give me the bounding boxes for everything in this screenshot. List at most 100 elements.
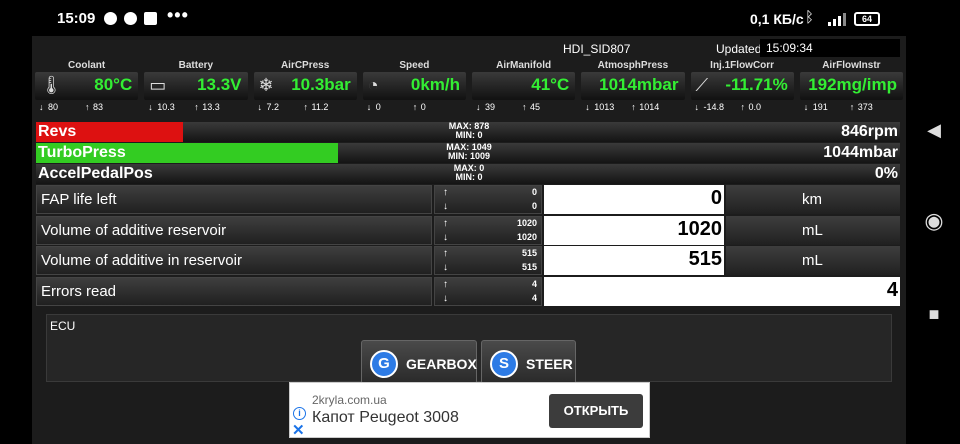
bluetooth-icon: ᛒ <box>805 9 815 26</box>
gauge-minmax: ↓ -14.8 ↑ 0.0 <box>691 102 794 114</box>
param-min: 1020 <box>516 232 537 242</box>
param-value: 1020 <box>544 216 724 245</box>
gauge-max: 1014 <box>639 102 660 112</box>
bar-accelpedalpos[interactable]: AccelPedalPos MAX: 0 MIN: 0 0% <box>36 164 900 184</box>
more-dots-icon: ••• <box>167 5 189 25</box>
gauge-min-arrow: ↓ <box>803 102 809 112</box>
param-max: 515 <box>521 248 537 258</box>
bar-minmax: MAX: 0 MIN: 0 <box>444 164 494 182</box>
updated-time: 15:09:34 <box>760 39 900 57</box>
param-minmax: ↑ ↓ 4 4 <box>434 277 542 306</box>
navigation-bar: ◀ ◉ ■ <box>906 0 960 444</box>
param-unit: km <box>726 185 900 214</box>
bar-min: MIN: 1009 <box>447 151 491 161</box>
gauge-minmax: ↓ 191 ↑ 373 <box>800 102 903 114</box>
battery-car-icon: ▭ <box>149 75 167 95</box>
gauge-max-arrow: ↑ <box>740 102 746 112</box>
status-bar: 15:09 ••• 0,1 КБ/с ᛒ 64 <box>0 0 906 36</box>
arrow-up-icon: ↑ <box>443 187 448 198</box>
gauge-value: 0km/h <box>410 75 460 94</box>
back-icon[interactable]: ◀ <box>923 119 945 141</box>
param-name: Volume of additive reservoir <box>36 216 432 245</box>
param-min: 4 <box>531 293 537 303</box>
param-row[interactable]: FAP life left ↑ ↓ 0 0 0 km <box>36 185 900 215</box>
bar-value: 846rpm <box>841 123 898 140</box>
steer-button[interactable]: S STEER <box>481 340 576 384</box>
gauge-minmax: ↓ 10.3 ↑ 13.3 <box>144 102 247 114</box>
recents-icon[interactable]: ■ <box>923 303 945 325</box>
ad-url: 2kryla.com.ua <box>312 393 387 407</box>
home-icon[interactable]: ◉ <box>923 210 945 232</box>
gauge-min: -14.8 <box>703 102 725 112</box>
gauge-value: 1014mbar <box>599 75 679 94</box>
arrow-up-icon: ↑ <box>443 248 448 259</box>
ecu-label: ECU <box>50 319 76 333</box>
param-unit: mL <box>726 246 900 275</box>
param-row[interactable]: Volume of additive reservoir ↑ ↓ 1020 10… <box>36 216 900 246</box>
ad-banner[interactable]: i ✕ 2kryla.com.ua Капот Peugeot 3008 ОТК… <box>289 382 650 439</box>
gauge-label: Speed <box>399 60 430 71</box>
gauge-max-arrow: ↑ <box>522 102 527 112</box>
speedometer-icon: ◔ <box>367 75 379 95</box>
gauge-min-arrow: ↓ <box>585 102 590 112</box>
gauge-min-arrow: ↓ <box>148 102 153 112</box>
gauge-value: 41°C <box>531 75 570 94</box>
param-minmax: ↑ ↓ 1020 1020 <box>434 216 542 245</box>
param-max: 1020 <box>516 218 537 228</box>
bar-min: MIN: 0 <box>455 172 483 182</box>
net-speed: 0,1 КБ/с <box>750 11 804 27</box>
gauge-value-box: 41°C <box>472 72 576 100</box>
gauge-max: 0 <box>420 102 426 112</box>
param-row[interactable]: Volume of additive in reservoir ↑ ↓ 515 … <box>36 246 900 276</box>
telegram-icon <box>104 12 117 25</box>
gauge-value: 13.3V <box>197 75 242 94</box>
gauge-max-arrow: ↑ <box>849 102 855 112</box>
bar-revs[interactable]: Revs MAX: 878 MIN: 0 846rpm <box>36 122 900 142</box>
gauge-min: 0 <box>375 102 381 112</box>
bar-turbopress[interactable]: TurboPress MAX: 1049 MIN: 1009 1044mbar <box>36 143 900 163</box>
ad-info-icon[interactable]: i <box>293 407 306 420</box>
bar-min: MIN: 0 <box>455 130 483 140</box>
gauge-value: 10.3bar <box>291 75 351 94</box>
param-min: 515 <box>521 262 537 272</box>
param-row[interactable]: Errors read ↑ ↓ 4 4 4 <box>36 277 900 307</box>
snowflake-icon: ❄ <box>258 75 274 95</box>
steer-icon: S <box>490 350 518 378</box>
param-value: 4 <box>544 277 900 306</box>
arrow-up-icon: ↑ <box>443 218 448 229</box>
bar-value: 1044mbar <box>823 144 898 161</box>
gauge-min: 1013 <box>594 102 615 112</box>
gauge-minmax: ↓ 80 ↑ 83 <box>35 102 138 114</box>
gauge-value-box: ◔ 0km/h <box>362 72 466 100</box>
gauge-label: AirFlowInstr <box>822 60 881 71</box>
gauge-minmax: ↓ 1013 ↑ 1014 <box>581 102 684 114</box>
status-time: 15:09 <box>57 10 96 27</box>
bar-label: AccelPedalPos <box>38 165 153 182</box>
signal-4g-icon <box>828 13 846 26</box>
gauge-label: Inj.1FlowCorr <box>710 60 775 71</box>
thermometer-icon: 🌡 <box>40 75 63 95</box>
bar-minmax: MAX: 1049 MIN: 1009 <box>444 143 494 161</box>
param-name: Volume of additive in reservoir <box>36 246 432 275</box>
gauge-min-arrow: ↓ <box>476 102 481 112</box>
gauge-minmax: ↓ 39 ↑ 45 <box>472 102 575 114</box>
bar-minmax: MAX: 878 MIN: 0 <box>444 122 494 140</box>
ad-open-button[interactable]: ОТКРЫТЬ <box>549 394 643 428</box>
gauge-minmax: ↓ 7.2 ↑ 11.2 <box>254 102 357 114</box>
gauge-label: AirCPress <box>280 60 330 71</box>
gearbox-label: GEARBOX <box>406 356 477 372</box>
ad-title: Капот Peugeot 3008 <box>312 409 459 426</box>
gauge-value-box: 🌡 80°C <box>35 72 139 100</box>
param-max: 0 <box>531 187 537 197</box>
ad-close-icon[interactable]: ✕ <box>292 421 305 439</box>
chrome-icon <box>124 12 137 25</box>
gauge-max: 373 <box>857 102 873 112</box>
gauge-min: 80 <box>48 102 59 112</box>
gearbox-button[interactable]: G GEARBOX <box>361 340 477 384</box>
gauge-min-arrow: ↓ <box>257 102 263 112</box>
gauge-max-arrow: ↑ <box>631 102 636 112</box>
gauge-max-arrow: ↑ <box>303 102 309 112</box>
gauge-label: AirManifold <box>496 60 552 71</box>
steer-label: STEER <box>526 356 573 372</box>
param-max: 4 <box>531 279 537 289</box>
